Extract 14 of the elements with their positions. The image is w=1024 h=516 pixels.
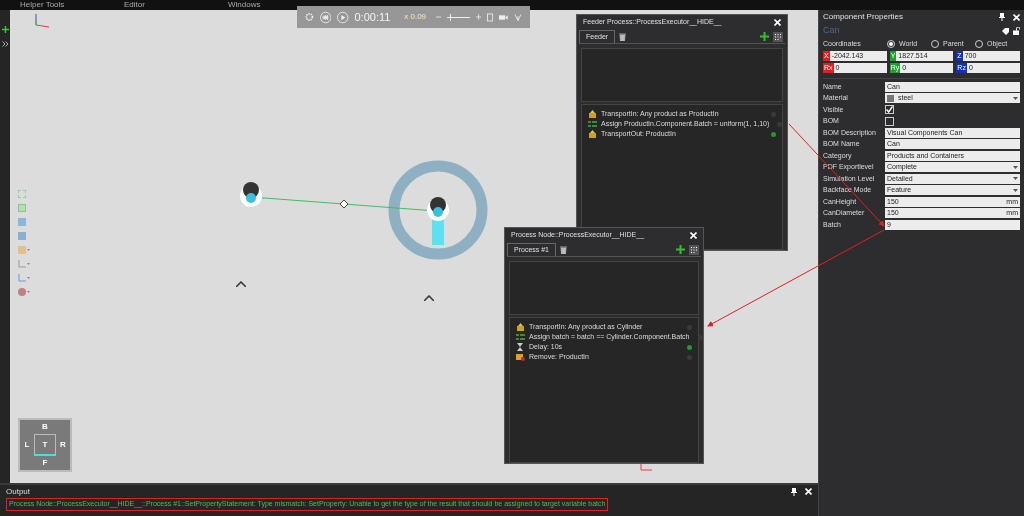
- cube-face-label[interactable]: R: [56, 434, 70, 456]
- speed-label: x 0.09: [404, 11, 427, 23]
- cube-face-label[interactable]: T: [34, 434, 56, 456]
- cube-face-label[interactable]: F: [20, 456, 70, 470]
- panel-title: Output: [6, 485, 30, 498]
- menu-item[interactable]: Editor: [124, 1, 145, 9]
- view-cube[interactable]: B L T R F: [18, 418, 72, 472]
- component-name: Can: [823, 24, 840, 38]
- cube-face-label[interactable]: L: [20, 434, 34, 456]
- time-display: 0:00:11: [354, 9, 392, 25]
- menu-item[interactable]: Helper Tools: [20, 1, 65, 9]
- panel-title: Component Properties: [823, 11, 904, 23]
- menu-item[interactable]: Windows: [228, 1, 261, 9]
- cube-face-label[interactable]: B: [20, 420, 70, 434]
